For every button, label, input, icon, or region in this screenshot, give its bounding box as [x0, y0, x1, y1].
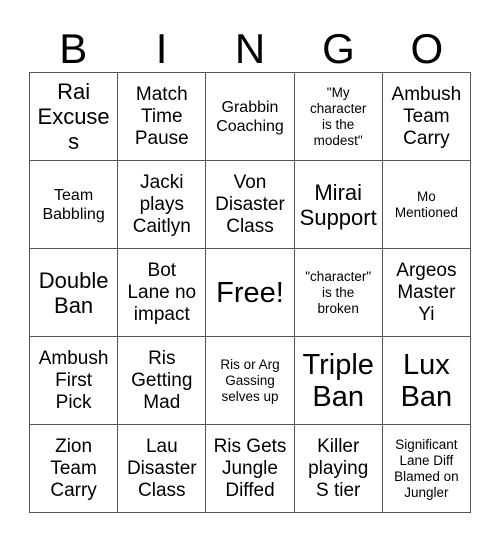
- bingo-cell-label: "My character is the modest": [310, 84, 367, 148]
- bingo-header-letter-o: O: [410, 25, 444, 72]
- bingo-header-letter-b: B: [59, 25, 88, 72]
- bingo-cell-label: Zion Team Carry: [50, 435, 97, 501]
- bingo-cell-r5-c1[interactable]: Zion Team Carry: [30, 425, 119, 513]
- bingo-cell-r5-c2[interactable]: Lau Disaster Class: [118, 425, 207, 513]
- bingo-cell-r2-c2[interactable]: Jacki plays Caitlyn: [118, 161, 207, 249]
- bingo-cell-label: Mirai Support: [299, 179, 377, 230]
- bingo-cell-r1-c1[interactable]: Rai Excuses: [30, 73, 119, 161]
- bingo-cell-label: Ris Gets Jungle Diffed: [213, 435, 287, 501]
- bingo-cell-r2-c5[interactable]: Mo Mentioned: [382, 161, 471, 249]
- bingo-cell-r2-c4[interactable]: Mirai Support: [294, 161, 383, 249]
- bingo-cell-label: Grabbin Coaching: [216, 98, 284, 135]
- bingo-cell-label: Team Babbling: [42, 186, 105, 223]
- bingo-header: BINGO: [29, 14, 471, 72]
- bingo-cell-r3-c1[interactable]: Double Ban: [30, 249, 119, 337]
- bingo-cell-label: Double Ban: [38, 267, 109, 318]
- bingo-cell-label: Match Time Pause: [134, 83, 189, 149]
- bingo-cell-label: Lau Disaster Class: [126, 435, 197, 501]
- bingo-cell-label: Ris Getting Mad: [131, 347, 193, 413]
- bingo-cell-r1-c2[interactable]: Match Time Pause: [118, 73, 207, 161]
- bingo-cell-label: Mo Mentioned: [394, 188, 458, 220]
- bingo-cell-r5-c5[interactable]: Significant Lane Diff Blamed on Jungler: [382, 425, 471, 513]
- bingo-cell-r3-c2[interactable]: Bot Lane no impact: [118, 249, 207, 337]
- bingo-cell-r2-c1[interactable]: Team Babbling: [30, 161, 119, 249]
- bingo-cell-label: Ris or Arg Gassing selves up: [220, 356, 280, 404]
- bingo-cell-r4-c2[interactable]: Ris Getting Mad: [118, 337, 207, 425]
- bingo-cell-label: Killer playing S tier: [308, 435, 369, 501]
- bingo-card: B I N G O Rai Excuses Match Time Pause Grabbin…: [0, 0, 500, 544]
- bingo-cell-label: Free!: [216, 276, 284, 309]
- bingo-cell-r1-c5[interactable]: Ambush Team Carry: [382, 73, 471, 161]
- bingo-cell-r4-c3[interactable]: Ris or Arg Gassing selves up: [206, 337, 295, 425]
- bingo-cell-r1-c4[interactable]: "My character is the modest": [294, 73, 383, 161]
- bingo-cell-r1-c3[interactable]: Grabbin Coaching: [206, 73, 295, 161]
- bingo-cell-label: Rai Excuses: [37, 79, 110, 154]
- bingo-header-letter-n: N: [234, 25, 266, 72]
- bingo-cell-label: Von Disaster Class: [215, 171, 285, 237]
- bingo-cell-r4-c5[interactable]: Lux Ban: [382, 337, 471, 425]
- bingo-cell-label: "character" is the broken: [305, 268, 372, 316]
- bingo-cell-label: Lux Ban: [400, 348, 453, 413]
- bingo-cell-label: Significant Lane Diff Blamed on Jungler: [394, 436, 459, 500]
- bingo-cell-r4-c1[interactable]: Ambush First Pick: [30, 337, 119, 425]
- bingo-cell-r5-c3[interactable]: Ris Gets Jungle Diffed: [206, 425, 295, 513]
- bingo-cell-free-space[interactable]: Free!: [206, 249, 295, 337]
- bingo-grid: Rai Excuses Match Time Pause Grabbin Coach…: [29, 72, 471, 513]
- bingo-cell-r4-c4[interactable]: Triple Ban: [294, 337, 383, 425]
- bingo-cell-r2-c3[interactable]: Von Disaster Class: [206, 161, 295, 249]
- bingo-cell-r3-c4[interactable]: "character" is the broken: [294, 249, 383, 337]
- bingo-cell-label: Argeos Master Yi: [396, 259, 457, 325]
- bingo-cell-r5-c4[interactable]: Killer playing S tier: [294, 425, 383, 513]
- bingo-cell-label: Ambush Team Carry: [391, 83, 462, 149]
- bingo-cell-label: Ambush First Pick: [38, 347, 109, 413]
- bingo-cell-r3-c5[interactable]: Argeos Master Yi: [382, 249, 471, 337]
- bingo-header-letter-i: I: [155, 25, 168, 72]
- bingo-header-letter-g: G: [322, 25, 355, 72]
- bingo-cell-label: Jacki plays Caitlyn: [132, 171, 191, 237]
- bingo-cell-label: Bot Lane no impact: [127, 259, 197, 325]
- bingo-cell-label: Triple Ban: [302, 348, 374, 413]
